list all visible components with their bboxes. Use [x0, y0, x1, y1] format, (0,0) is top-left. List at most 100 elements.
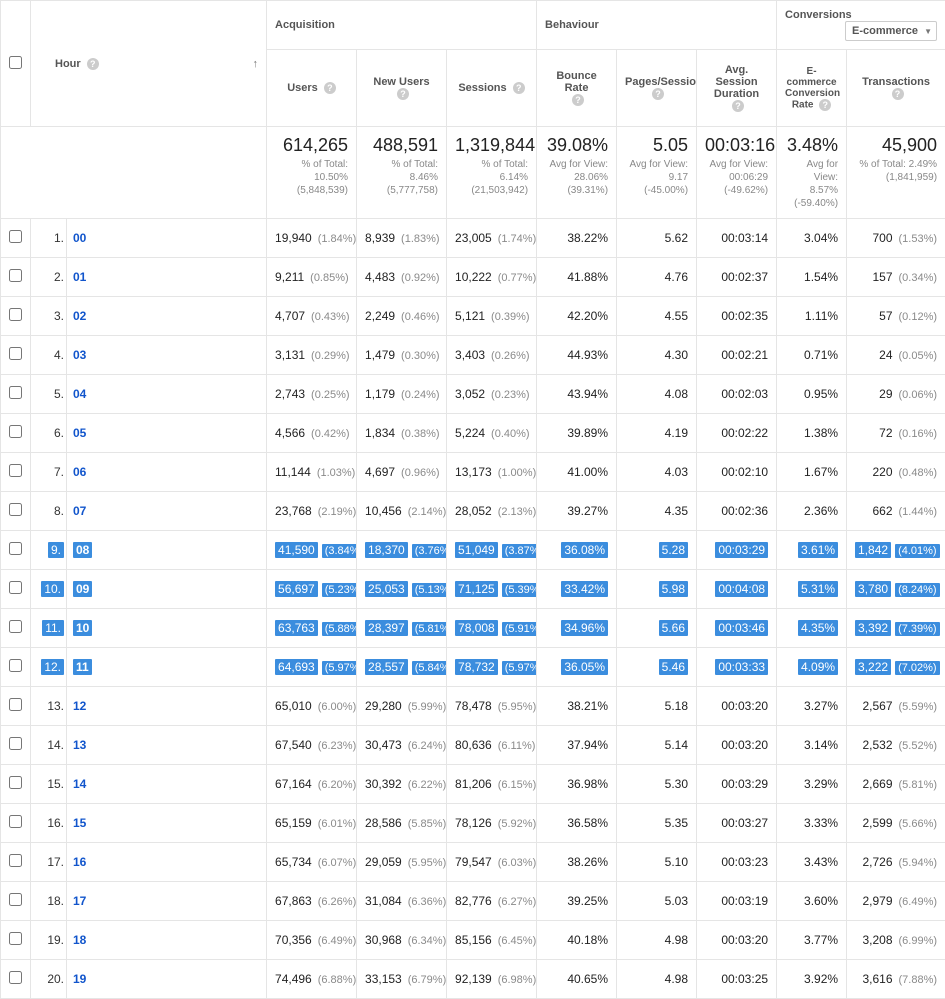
hour-link[interactable]: 09: [67, 570, 267, 609]
hour-link[interactable]: 06: [67, 453, 267, 492]
hour-link[interactable]: 03: [67, 336, 267, 375]
select-all-cell[interactable]: [1, 1, 31, 127]
row-checkbox-cell[interactable]: [1, 570, 31, 609]
hour-link[interactable]: 05: [67, 414, 267, 453]
col-pps[interactable]: Pages/Session?: [617, 50, 697, 127]
cell-duration: 00:02:37: [697, 258, 777, 297]
cell-bounce: 38.21%: [537, 687, 617, 726]
col-bounce[interactable]: Bounce Rate?: [537, 50, 617, 127]
hour-link[interactable]: 07: [67, 492, 267, 531]
hour-header[interactable]: Hour ? ↑: [31, 1, 267, 127]
hour-link[interactable]: 18: [67, 921, 267, 960]
hour-link[interactable]: 14: [67, 765, 267, 804]
row-checkbox-cell[interactable]: [1, 765, 31, 804]
row-checkbox[interactable]: [9, 425, 22, 438]
hour-link[interactable]: 16: [67, 843, 267, 882]
help-icon[interactable]: ?: [324, 82, 336, 94]
conversions-select[interactable]: E-commerce: [845, 21, 937, 41]
help-icon[interactable]: ?: [732, 100, 744, 112]
cell-conv-rate: 3.04%: [777, 219, 847, 258]
row-checkbox-cell[interactable]: [1, 492, 31, 531]
hour-link[interactable]: 19: [67, 960, 267, 999]
help-icon[interactable]: ?: [572, 94, 584, 106]
help-icon[interactable]: ?: [652, 88, 664, 100]
cell-sessions: 78,126(5.92%): [447, 804, 537, 843]
hour-link[interactable]: 00: [67, 219, 267, 258]
help-icon[interactable]: ?: [397, 88, 409, 100]
cell-conv-rate: 4.09%: [777, 648, 847, 687]
row-checkbox[interactable]: [9, 269, 22, 282]
row-checkbox-cell[interactable]: [1, 726, 31, 765]
row-checkbox[interactable]: [9, 737, 22, 750]
hour-link[interactable]: 01: [67, 258, 267, 297]
row-checkbox-cell[interactable]: [1, 531, 31, 570]
row-checkbox[interactable]: [9, 932, 22, 945]
row-checkbox-cell[interactable]: [1, 960, 31, 999]
row-checkbox-cell[interactable]: [1, 687, 31, 726]
row-checkbox-cell[interactable]: [1, 375, 31, 414]
hour-link[interactable]: 04: [67, 375, 267, 414]
cell-users: 4,566(0.42%): [267, 414, 357, 453]
row-checkbox-cell[interactable]: [1, 258, 31, 297]
select-all-checkbox[interactable]: [9, 56, 22, 69]
row-checkbox[interactable]: [9, 386, 22, 399]
hour-link[interactable]: 15: [67, 804, 267, 843]
row-checkbox[interactable]: [9, 308, 22, 321]
table-row: 10.0956,697(5.23%)25,053(5.13%)71,125(5.…: [1, 570, 945, 609]
row-checkbox[interactable]: [9, 698, 22, 711]
cell-conv-rate: 2.36%: [777, 492, 847, 531]
hour-link[interactable]: 17: [67, 882, 267, 921]
row-checkbox[interactable]: [9, 776, 22, 789]
row-checkbox[interactable]: [9, 464, 22, 477]
col-users[interactable]: Users ?: [267, 50, 357, 127]
hour-link[interactable]: 02: [67, 297, 267, 336]
col-duration[interactable]: Avg. Session Duration ?: [697, 50, 777, 127]
row-checkbox[interactable]: [9, 971, 22, 984]
cell-duration: 00:03:27: [697, 804, 777, 843]
cell-bounce: 36.58%: [537, 804, 617, 843]
hour-link[interactable]: 11: [67, 648, 267, 687]
row-checkbox[interactable]: [9, 659, 22, 672]
cell-users: 2,743(0.25%): [267, 375, 357, 414]
hour-link[interactable]: 08: [67, 531, 267, 570]
row-index: 19.: [31, 921, 67, 960]
row-checkbox-cell[interactable]: [1, 297, 31, 336]
help-icon[interactable]: ?: [87, 58, 99, 70]
hour-link[interactable]: 12: [67, 687, 267, 726]
row-checkbox[interactable]: [9, 620, 22, 633]
col-transactions[interactable]: Transactions?: [847, 50, 945, 127]
row-checkbox[interactable]: [9, 503, 22, 516]
row-checkbox-cell[interactable]: [1, 336, 31, 375]
cell-conv-rate: 1.67%: [777, 453, 847, 492]
row-checkbox-cell[interactable]: [1, 882, 31, 921]
col-sessions[interactable]: Sessions ?: [447, 50, 537, 127]
row-checkbox-cell[interactable]: [1, 453, 31, 492]
row-index: 10.: [31, 570, 67, 609]
row-checkbox-cell[interactable]: [1, 219, 31, 258]
cell-users: 11,144(1.03%): [267, 453, 357, 492]
cell-bounce: 39.27%: [537, 492, 617, 531]
row-index: 9.: [31, 531, 67, 570]
row-checkbox[interactable]: [9, 893, 22, 906]
col-conv-rate[interactable]: E-commerce Conversion Rate ?: [777, 50, 847, 127]
hour-link[interactable]: 13: [67, 726, 267, 765]
row-checkbox-cell[interactable]: [1, 921, 31, 960]
row-checkbox[interactable]: [9, 854, 22, 867]
help-icon[interactable]: ?: [819, 99, 831, 111]
row-checkbox[interactable]: [9, 542, 22, 555]
row-checkbox-cell[interactable]: [1, 414, 31, 453]
row-index: 4.: [31, 336, 67, 375]
row-checkbox-cell[interactable]: [1, 843, 31, 882]
hour-link[interactable]: 10: [67, 609, 267, 648]
col-new-users[interactable]: New Users ?: [357, 50, 447, 127]
row-checkbox[interactable]: [9, 581, 22, 594]
help-icon[interactable]: ?: [513, 82, 525, 94]
row-checkbox[interactable]: [9, 230, 22, 243]
help-icon[interactable]: ?: [892, 88, 904, 100]
row-checkbox[interactable]: [9, 347, 22, 360]
row-checkbox-cell[interactable]: [1, 609, 31, 648]
row-checkbox-cell[interactable]: [1, 804, 31, 843]
cell-new-users: 29,280(5.99%): [357, 687, 447, 726]
row-checkbox-cell[interactable]: [1, 648, 31, 687]
cell-users: 67,164(6.20%): [267, 765, 357, 804]
